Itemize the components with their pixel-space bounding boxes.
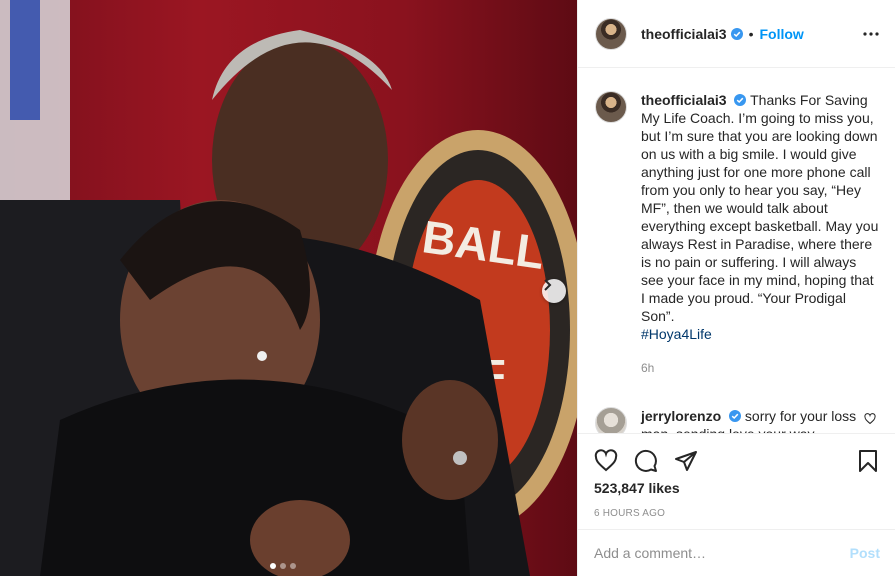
caption-time[interactable]: 6h	[641, 359, 880, 377]
photo-illustration: BALL ·OF	[0, 0, 577, 576]
post-actions: 523,847 likes 6 HOURS AGO	[578, 433, 895, 519]
caption-username[interactable]: theofficialai3	[641, 92, 727, 108]
comment-bubble-icon	[634, 449, 657, 472]
comments-list[interactable]: theofficialai3 Thanks For Saving My Life…	[578, 69, 895, 433]
like-button[interactable]	[594, 449, 618, 473]
comment-button[interactable]	[634, 449, 658, 473]
paper-plane-icon	[675, 451, 697, 471]
carousel-next-button[interactable]	[542, 279, 566, 303]
caption-hashtag[interactable]: #Hoya4Life	[641, 326, 712, 342]
bookmark-icon	[859, 450, 877, 472]
post-caption: theofficialai3 Thanks For Saving My Life…	[578, 69, 895, 377]
comment-item: jerrylorenzo sorry for your loss man. se…	[578, 377, 895, 433]
carousel-dot	[290, 563, 296, 569]
post-header: theofficialai3 • Follow	[578, 0, 895, 68]
verified-badge-icon	[734, 94, 747, 106]
author-avatar[interactable]	[595, 17, 627, 50]
comment-input[interactable]	[594, 545, 850, 561]
add-comment-bar: Post	[578, 529, 895, 576]
commenter-username[interactable]: jerrylorenzo	[641, 408, 721, 424]
follow-button[interactable]: Follow	[760, 26, 804, 42]
post-photo[interactable]: BALL ·OF	[0, 0, 577, 576]
share-button[interactable]	[674, 449, 698, 473]
verified-badge-icon	[730, 27, 743, 40]
heart-icon	[594, 449, 618, 472]
chevron-right-icon	[544, 279, 552, 291]
carousel-dot	[280, 563, 286, 569]
post-timestamp[interactable]: 6 HOURS AGO	[594, 508, 880, 519]
commenter-avatar[interactable]	[595, 407, 627, 433]
caption-text: Thanks For Saving My Life Coach. I’m goi…	[641, 92, 879, 324]
save-button[interactable]	[856, 449, 880, 473]
carousel-indicator	[270, 563, 296, 569]
caption-avatar[interactable]	[595, 91, 627, 123]
post-comment-button[interactable]: Post	[850, 545, 880, 561]
header-separator: •	[748, 25, 754, 42]
carousel-dot	[270, 563, 276, 569]
more-options-icon[interactable]	[863, 31, 879, 36]
author-username[interactable]: theofficialai3	[641, 26, 727, 42]
verified-badge-icon	[729, 410, 742, 422]
likes-count[interactable]: 523,847 likes	[594, 480, 880, 496]
comment-like-heart-icon[interactable]	[864, 413, 876, 425]
post-side-panel: theofficialai3 • Follow theofficialai3 T…	[577, 0, 895, 576]
